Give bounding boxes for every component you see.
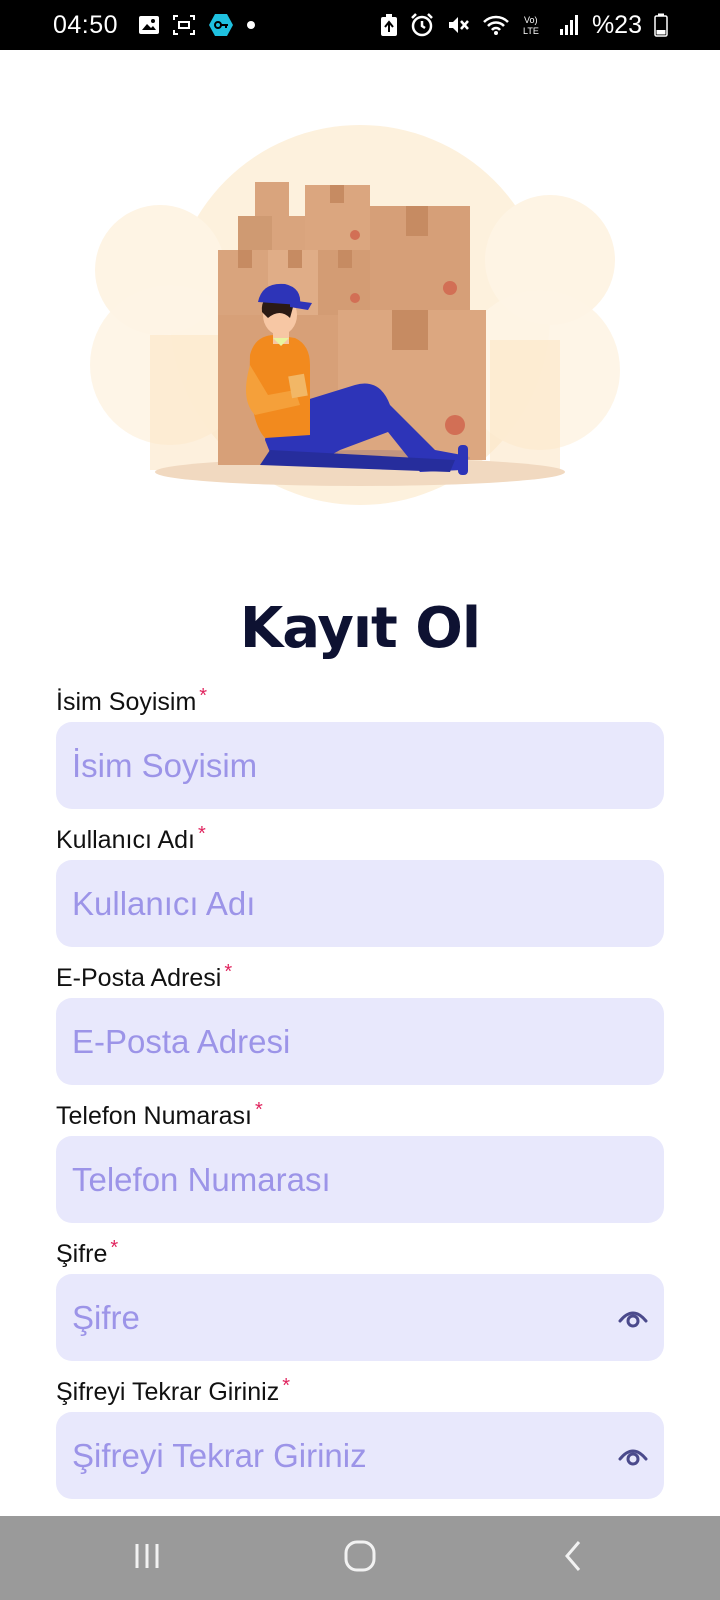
name-field: İsim Soyisim * (56, 685, 664, 809)
username-field: Kullanıcı Adı * (56, 823, 664, 947)
recents-icon (132, 1541, 162, 1576)
status-bar: 04:50 Vo) LTE %23 (0, 0, 720, 50)
home-icon (343, 1539, 377, 1578)
battery-percent: %23 (591, 10, 642, 39)
password-label: Şifre * (56, 1237, 664, 1272)
password-input[interactable] (72, 1274, 648, 1361)
svg-text:LTE: LTE (523, 26, 539, 36)
password-confirm-input-box[interactable] (56, 1412, 664, 1499)
eye-icon[interactable] (616, 1439, 650, 1473)
hero-illustration (90, 120, 630, 510)
name-label: İsim Soyisim * (56, 685, 664, 720)
username-input[interactable] (72, 860, 648, 947)
password-input-box[interactable] (56, 1274, 664, 1361)
required-marker: * (254, 1099, 263, 1121)
username-label-text: Kullanıcı Adı (56, 826, 195, 854)
back-button[interactable] (533, 1528, 613, 1588)
email-field: E-Posta Adresi * (56, 961, 664, 1085)
home-button[interactable] (320, 1528, 400, 1588)
password-label-text: Şifre (56, 1240, 108, 1268)
battery-icon (654, 13, 668, 37)
dot-icon (246, 20, 256, 30)
username-input-box[interactable] (56, 860, 664, 947)
mute-icon (446, 13, 470, 37)
email-label: E-Posta Adresi * (56, 961, 664, 996)
required-marker: * (197, 823, 206, 845)
phone-label: Telefon Numarası * (56, 1099, 664, 1134)
status-left: 04:50 (53, 11, 256, 40)
volte-icon: Vo) LTE (522, 13, 546, 37)
name-input-box[interactable] (56, 722, 664, 809)
password-field: Şifre * (56, 1237, 664, 1361)
username-label: Kullanıcı Adı * (56, 823, 664, 858)
battery-saver-icon (380, 13, 398, 37)
wifi-icon (482, 14, 510, 36)
screenshot-icon (172, 14, 196, 36)
status-right: Vo) LTE %23 (380, 11, 668, 40)
eye-icon[interactable] (616, 1301, 650, 1335)
alarm-icon (410, 13, 434, 37)
required-marker: * (199, 685, 208, 707)
required-marker: * (110, 1237, 119, 1259)
name-input[interactable] (72, 722, 648, 809)
password-confirm-input[interactable] (72, 1412, 648, 1499)
image-icon (138, 15, 160, 35)
password-confirm-label: Şifreyi Tekrar Giriniz * (56, 1375, 664, 1410)
password-confirm-label-text: Şifreyi Tekrar Giriniz (56, 1378, 280, 1406)
phone-field: Telefon Numarası * (56, 1099, 664, 1223)
page-title: Kayıt Ol (239, 596, 481, 661)
email-input-box[interactable] (56, 998, 664, 1085)
required-marker: * (282, 1375, 290, 1397)
email-label-text: E-Posta Adresi (56, 964, 222, 992)
phone-label-text: Telefon Numarası (56, 1102, 252, 1130)
phone-input[interactable] (72, 1136, 648, 1223)
phone-input-box[interactable] (56, 1136, 664, 1223)
status-time: 04:50 (53, 10, 119, 39)
recents-button[interactable] (107, 1528, 187, 1588)
back-icon (561, 1539, 585, 1578)
vpn-key-icon (208, 13, 234, 37)
system-nav-bar (0, 1516, 720, 1600)
signal-icon (558, 14, 580, 36)
password-confirm-field: Şifreyi Tekrar Giriniz * (56, 1375, 664, 1499)
svg-text:Vo): Vo) (524, 15, 538, 25)
required-marker: * (224, 961, 233, 983)
name-label-text: İsim Soyisim (56, 688, 197, 716)
email-input[interactable] (72, 998, 648, 1085)
